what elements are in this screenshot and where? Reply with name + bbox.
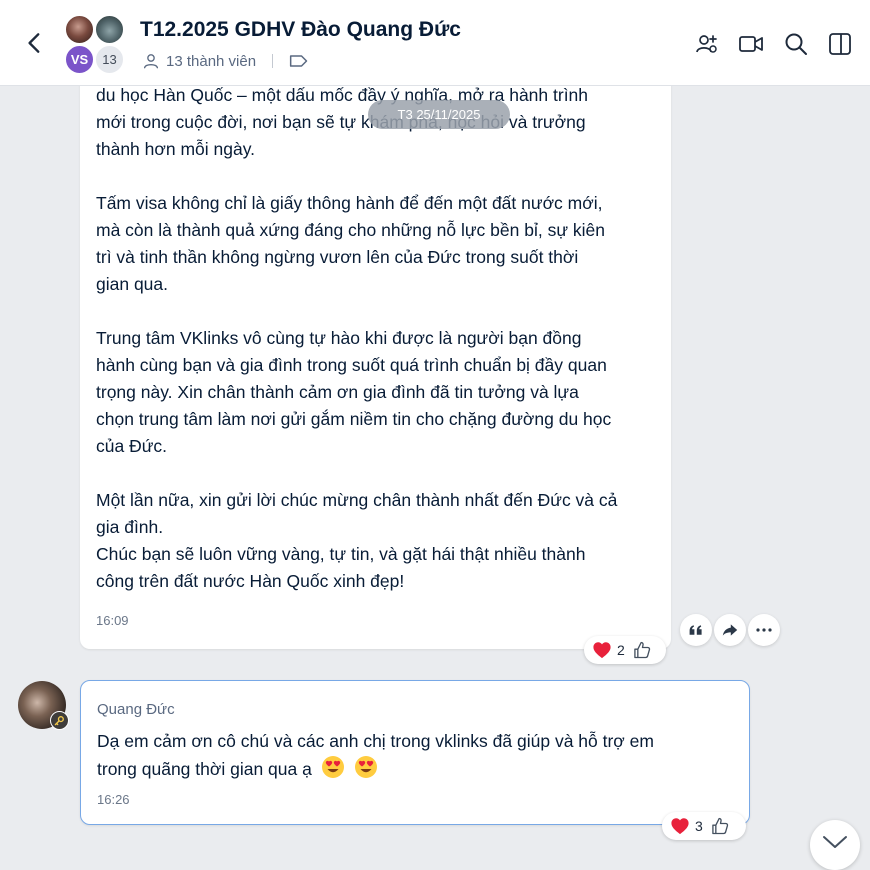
- reaction-summary[interactable]: 2: [584, 636, 666, 664]
- tag-icon[interactable]: [289, 53, 309, 69]
- quote-button[interactable]: [680, 614, 712, 646]
- add-member-icon[interactable]: [694, 31, 720, 57]
- message-bubble-selected[interactable]: Quang Đức Dạ em cảm ơn cô chú và các anh…: [80, 680, 750, 825]
- text-line: Trung tâm VKlinks vô cùng tự hào khi đượ…: [96, 328, 582, 348]
- text-line: mà còn là thành quả xứng đáng cho những …: [96, 220, 605, 240]
- back-icon[interactable]: [22, 30, 48, 56]
- text-line: Chúc bạn sẽ luôn vững vàng, tự tin, và g…: [96, 544, 586, 564]
- more-button[interactable]: [748, 614, 780, 646]
- search-icon[interactable]: [783, 31, 809, 57]
- text-line: công trên đất nước Hàn Quốc xinh đẹp!: [96, 571, 405, 591]
- text-line: hành cùng bạn và gia đình trong suốt quá…: [96, 355, 607, 375]
- text-line: gia đình.: [96, 517, 164, 537]
- chat-header: VS 13 T12.2025 GDHV Đào Quang Đức 13 thà…: [0, 0, 870, 86]
- message-text: du học Hàn Quốc – một dấu mốc đầy ý nghĩ…: [96, 82, 655, 595]
- reaction-count: 2: [617, 642, 625, 658]
- text-line: Dạ em cảm ơn cô chú và các anh chị trong…: [97, 731, 654, 751]
- heart-eyes-emoji: [354, 756, 377, 778]
- thumbs-up-icon[interactable]: [632, 640, 652, 660]
- text-line: của Đức.: [96, 436, 168, 456]
- group-title: T12.2025 GDHV Đào Quang Đức: [140, 18, 461, 41]
- member-count[interactable]: 13 thành viên: [166, 53, 256, 70]
- heart-icon: [593, 642, 611, 659]
- person-icon: [143, 54, 159, 69]
- text-line: Tấm visa không chỉ là giấy thông hành để…: [96, 193, 603, 213]
- heart-icon: [671, 818, 689, 835]
- text-line: thành hơn mỗi ngày.: [96, 139, 256, 159]
- text-line: chọn trung tâm làm nơi gửi gắm niềm tin …: [96, 409, 612, 429]
- more-icon: [756, 628, 772, 632]
- heart-eyes-emoji: [321, 756, 344, 778]
- text-line: gian qua.: [96, 274, 169, 294]
- share-button[interactable]: [714, 614, 746, 646]
- reaction-count: 3: [695, 818, 703, 834]
- key-icon: [50, 711, 69, 730]
- message-time: 16:26: [97, 792, 130, 807]
- member-avatar-1: [64, 14, 95, 45]
- sender-name[interactable]: Quang Đức: [97, 701, 733, 718]
- chevron-down-icon: [823, 836, 847, 848]
- share-icon: [722, 624, 738, 636]
- thumbs-up-icon[interactable]: [710, 816, 730, 836]
- message-time: 16:09: [96, 613, 129, 628]
- message-text: Dạ em cảm ơn cô chú và các anh chị trong…: [97, 728, 733, 783]
- group-avatar[interactable]: VS 13: [64, 14, 126, 76]
- reaction-summary[interactable]: 3: [662, 812, 746, 840]
- quote-icon: [689, 625, 702, 635]
- text-line: trong quãng thời gian qua ạ: [97, 759, 312, 779]
- text-line: trì và tinh thần không ngừng vươn lên củ…: [96, 247, 579, 267]
- text-line-with-emoji: trong quãng thời gian qua ạ: [97, 755, 733, 783]
- message-bubble[interactable]: du học Hàn Quốc – một dấu mốc đầy ý nghĩ…: [80, 60, 671, 649]
- member-avatar-2: [94, 14, 125, 45]
- member-avatar-count: 13: [94, 44, 125, 75]
- text-line: trọng này. Xin chân thành cảm ơn gia đìn…: [96, 382, 579, 402]
- divider: [272, 54, 274, 68]
- text-line: Một lần nữa, xin gửi lời chúc mừng chân …: [96, 490, 618, 510]
- sidebar-toggle-icon[interactable]: [827, 31, 853, 57]
- group-subtitle: 13 thành viên: [142, 52, 309, 70]
- video-call-icon[interactable]: [738, 31, 764, 57]
- date-divider: T3 25/11/2025: [368, 100, 510, 129]
- scroll-to-bottom-button[interactable]: [810, 820, 860, 870]
- member-avatar-initials: VS: [64, 44, 95, 75]
